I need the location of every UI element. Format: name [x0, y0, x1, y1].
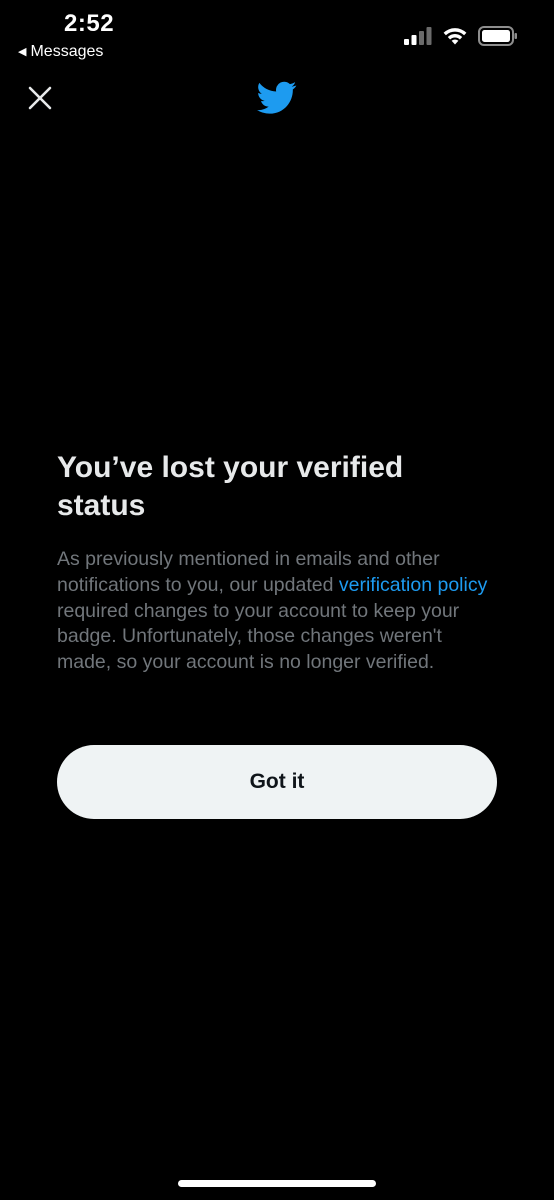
twitter-bird-icon	[257, 81, 297, 114]
back-triangle-icon: ◀	[18, 45, 27, 58]
notice-body-text-end: required changes to your account to keep…	[57, 599, 460, 674]
back-to-app-link[interactable]: ◀ Messages	[18, 43, 103, 61]
status-icons	[404, 26, 518, 46]
verification-notice: You’ve lost your verified status As prev…	[57, 449, 497, 695]
verification-policy-link[interactable]: verification policy	[339, 574, 487, 596]
close-icon	[28, 86, 52, 110]
got-it-button[interactable]: Got it	[57, 745, 497, 819]
back-app-label: Messages	[30, 43, 104, 60]
close-button[interactable]	[26, 84, 54, 112]
battery-icon	[478, 26, 517, 46]
wifi-icon	[443, 28, 467, 45]
twitter-logo	[257, 80, 297, 116]
cellular-signal-icon	[404, 27, 432, 45]
notice-title: You’ve lost your verified status	[57, 451, 404, 522]
notice-body: As previously mentioned in emails and ot…	[57, 547, 497, 676]
home-indicator	[178, 1180, 376, 1187]
status-time: 2:52	[64, 10, 115, 37]
